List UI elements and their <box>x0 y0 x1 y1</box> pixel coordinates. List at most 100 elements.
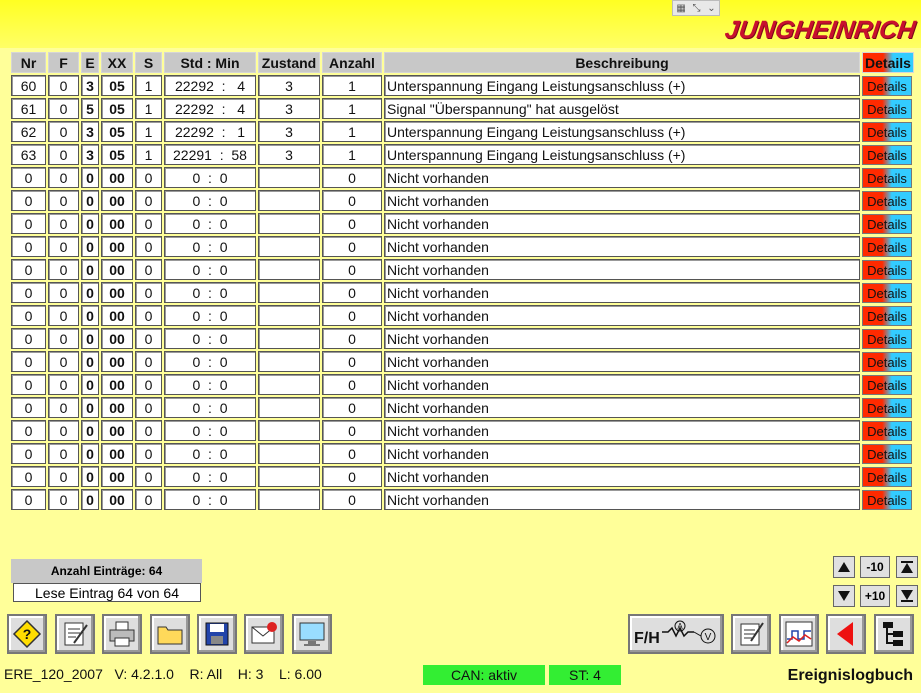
grid-icon[interactable]: ▦ <box>676 3 685 14</box>
details-button[interactable]: Details <box>862 259 912 280</box>
col-xx: XX <box>101 52 133 73</box>
details-button[interactable]: Details <box>862 236 912 257</box>
cell-e: 0 <box>81 305 99 326</box>
monitor-button[interactable] <box>292 614 332 654</box>
details-button[interactable]: Details <box>862 190 912 211</box>
cell-e: 0 <box>81 420 99 441</box>
cell-desc: Nicht vorhanden <box>384 236 860 257</box>
table-row: 0 0 0 00 0 0 : 0 0 Nicht vorhanden Details <box>11 213 914 234</box>
triangle-up-icon <box>838 562 850 572</box>
window-controls[interactable]: ▦ ⤡ ⌄ <box>672 0 720 16</box>
version-info: ERE_120_2007 V: 4.2.1.0 R: All H: 3 L: 6… <box>4 666 322 682</box>
details-button[interactable]: Details <box>862 489 912 510</box>
cell-desc: Nicht vorhanden <box>384 351 860 372</box>
printer-icon <box>109 621 135 647</box>
cell-e: 0 <box>81 351 99 372</box>
cell-s: 0 <box>135 305 162 326</box>
details-button[interactable]: Details <box>862 75 912 96</box>
cell-f: 0 <box>48 167 79 188</box>
details-button[interactable]: Details <box>862 351 912 372</box>
cell-s: 0 <box>135 167 162 188</box>
notes-button[interactable] <box>731 614 771 654</box>
cell-time: 22291 : 58 <box>164 144 256 165</box>
tree-button[interactable] <box>874 614 914 654</box>
cell-s: 0 <box>135 351 162 372</box>
cell-nr: 0 <box>11 351 46 372</box>
cell-zustand <box>258 259 320 280</box>
cell-e: 0 <box>81 489 99 510</box>
cell-zustand: 3 <box>258 121 320 142</box>
details-button[interactable]: Details <box>862 305 912 326</box>
cell-s: 0 <box>135 466 162 487</box>
cell-s: 0 <box>135 328 162 349</box>
print-button[interactable] <box>102 614 142 654</box>
table-row: 0 0 0 00 0 0 : 0 0 Nicht vorhanden Details <box>11 443 914 464</box>
cell-xx: 00 <box>101 167 133 188</box>
cell-time: 0 : 0 <box>164 305 256 326</box>
svg-text:?: ? <box>23 626 32 642</box>
table-row: 0 0 0 00 0 0 : 0 0 Nicht vorhanden Details <box>11 282 914 303</box>
cell-zustand <box>258 282 320 303</box>
help-button[interactable]: ? <box>7 614 47 654</box>
table-row: 0 0 0 00 0 0 : 0 0 Nicht vorhanden Details <box>11 351 914 372</box>
cell-xx: 00 <box>101 236 133 257</box>
scroll-top-button[interactable] <box>896 556 918 578</box>
details-button[interactable]: Details <box>862 144 912 165</box>
cell-e: 0 <box>81 328 99 349</box>
read-entry-field: Lese Eintrag 64 von 64 <box>13 583 201 602</box>
cell-details: Details <box>862 167 914 188</box>
scroll-bottom-button[interactable] <box>896 585 918 607</box>
cell-s: 0 <box>135 259 162 280</box>
table-row: 0 0 0 00 0 0 : 0 0 Nicht vorhanden Details <box>11 397 914 418</box>
cell-time: 22292 : 4 <box>164 75 256 96</box>
cell-anzahl: 0 <box>322 259 382 280</box>
cell-time: 0 : 0 <box>164 397 256 418</box>
cell-time: 22292 : 1 <box>164 121 256 142</box>
details-button[interactable]: Details <box>862 374 912 395</box>
chevron-down-icon[interactable]: ⌄ <box>707 3 715 14</box>
table-header-row: Nr F E XX S Std : Min Zustand Anzahl Bes… <box>11 52 914 73</box>
back-button[interactable] <box>826 614 866 654</box>
notepad-icon <box>740 622 764 646</box>
cell-anzahl: 0 <box>322 351 382 372</box>
cell-zustand: 3 <box>258 75 320 96</box>
cell-details: Details <box>862 121 914 142</box>
monitor-icon <box>299 622 325 646</box>
cell-anzahl: 0 <box>322 213 382 234</box>
plus10-button[interactable]: +10 <box>860 585 890 607</box>
details-button[interactable]: Details <box>862 282 912 303</box>
details-button[interactable]: Details <box>862 466 912 487</box>
details-button[interactable]: Details <box>862 167 912 188</box>
scroll-down-button[interactable] <box>833 585 855 607</box>
open-button[interactable] <box>150 614 190 654</box>
cell-anzahl: 1 <box>322 144 382 165</box>
edit-button[interactable] <box>55 614 95 654</box>
cell-zustand <box>258 374 320 395</box>
details-button[interactable]: Details <box>862 420 912 441</box>
cell-f: 0 <box>48 420 79 441</box>
cell-e: 0 <box>81 466 99 487</box>
details-button[interactable]: Details <box>862 213 912 234</box>
scroll-up-button[interactable] <box>833 556 855 578</box>
details-button[interactable]: Details <box>862 98 912 119</box>
restore-icon[interactable]: ⤡ <box>693 3 701 14</box>
save-button[interactable] <box>197 614 237 654</box>
cell-xx: 00 <box>101 328 133 349</box>
cell-desc: Unterspannung Eingang Leistungsanschluss… <box>384 144 860 165</box>
cell-zustand <box>258 351 320 372</box>
signal-button[interactable] <box>779 614 819 654</box>
details-button[interactable]: Details <box>862 397 912 418</box>
cell-details: Details <box>862 236 914 257</box>
details-button[interactable]: Details <box>862 328 912 349</box>
details-button[interactable]: Details <box>862 443 912 464</box>
cell-f: 0 <box>48 121 79 142</box>
minus10-button[interactable]: -10 <box>860 556 890 578</box>
details-button[interactable]: Details <box>862 121 912 142</box>
delete-button[interactable] <box>244 614 284 654</box>
cell-xx: 05 <box>101 144 133 165</box>
cell-nr: 0 <box>11 443 46 464</box>
fh-meter-button[interactable]: F/H A V <box>628 614 724 654</box>
col-e: E <box>81 52 99 73</box>
delete-mail-icon <box>251 622 277 644</box>
st-status: ST: 4 <box>549 665 621 685</box>
